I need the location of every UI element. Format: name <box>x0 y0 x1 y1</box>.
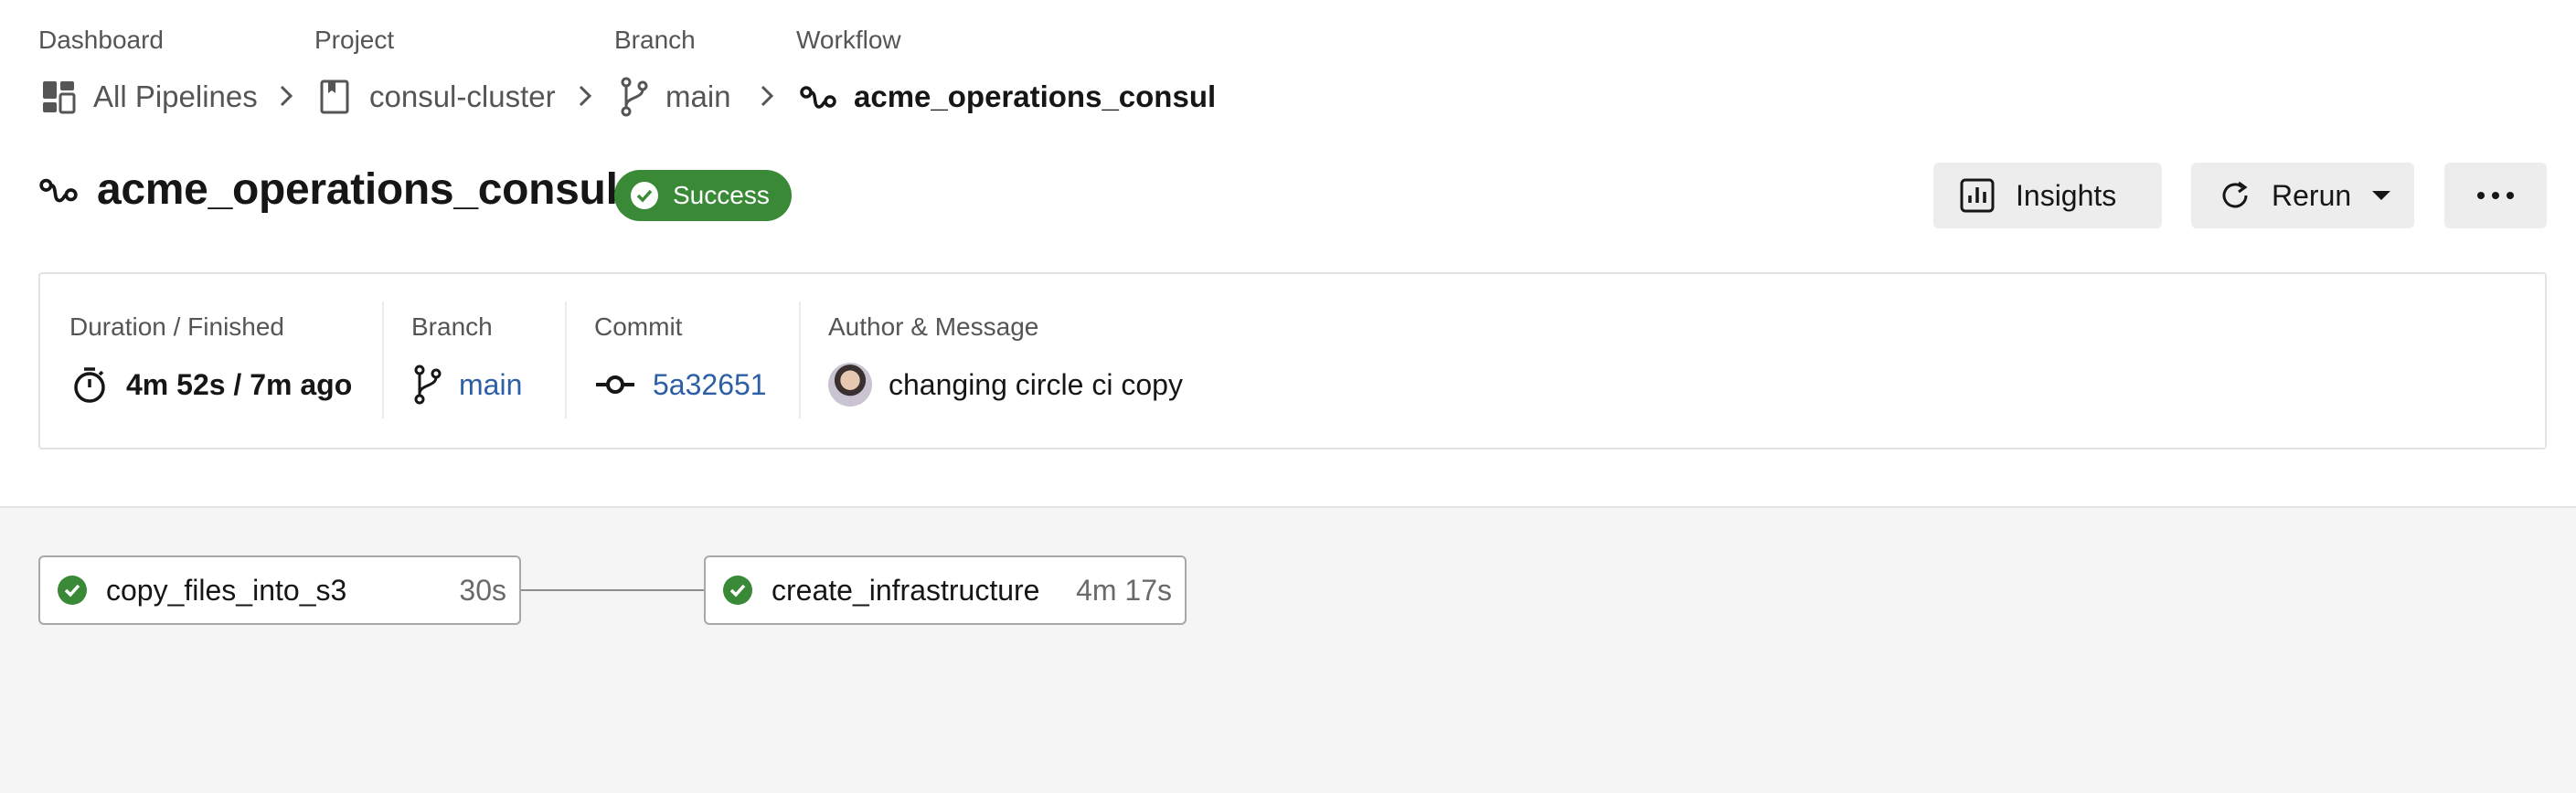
breadcrumb-value-branch: main <box>665 79 731 113</box>
workflow-icon <box>799 81 837 112</box>
branch-label: Branch <box>411 312 493 341</box>
commit-label: Commit <box>594 312 683 341</box>
page-title: acme_operations_consul <box>97 165 618 214</box>
more-options-button[interactable] <box>2444 163 2547 228</box>
avatar[interactable] <box>828 363 872 407</box>
insights-button[interactable]: Insights <box>1933 163 2162 228</box>
job-duration: 4m 17s <box>1076 573 1172 607</box>
divider <box>382 301 384 418</box>
author-label: Author & Message <box>828 312 1039 341</box>
breadcrumb-value-all-pipelines: All Pipelines <box>93 79 258 113</box>
rerun-button[interactable]: Rerun <box>2191 163 2414 228</box>
job-name: create_infrastructure <box>772 573 1040 607</box>
status-badge: Success <box>614 170 792 221</box>
success-check-icon <box>57 575 88 606</box>
job-connector-line <box>520 589 705 591</box>
breadcrumb-value-workflow: acme_operations_consul <box>854 79 1217 113</box>
commit-icon <box>594 371 636 398</box>
duration-label: Duration / Finished <box>69 312 285 341</box>
workflow-summary-card: Duration / Finished 4m 52s / 7m ago Bran… <box>38 272 2547 449</box>
breadcrumb-label-project: Project <box>314 26 395 54</box>
job-node[interactable]: copy_files_into_s3 30s <box>38 555 521 625</box>
rerun-button-label: Rerun <box>2272 178 2352 212</box>
breadcrumb-item-project[interactable]: consul-cluster <box>316 75 556 119</box>
insights-chart-icon <box>1959 177 1996 214</box>
more-horizontal-icon <box>2477 192 2485 199</box>
breadcrumb-item-branch[interactable]: main <box>618 75 731 119</box>
duration-value: 4m 52s / 7m ago <box>126 367 353 401</box>
dashboard-icon <box>40 79 77 115</box>
branch-icon <box>618 77 649 117</box>
project-book-icon <box>316 79 353 115</box>
branch-link[interactable]: main <box>459 368 522 402</box>
job-name: copy_files_into_s3 <box>106 573 347 607</box>
caret-down-icon <box>2371 189 2391 202</box>
breadcrumb-label-dashboard: Dashboard <box>38 26 164 54</box>
job-node[interactable]: create_infrastructure 4m 17s <box>704 555 1187 625</box>
check-circle-icon <box>629 180 660 211</box>
breadcrumb-item-all-pipelines[interactable]: All Pipelines <box>40 75 258 119</box>
branch-icon <box>411 364 442 406</box>
chevron-right-icon <box>272 82 300 110</box>
insights-button-label: Insights <box>2016 178 2117 212</box>
workflow-header-panel: Dashboard All Pipelines Project consul-c… <box>0 0 2576 508</box>
breadcrumb-item-workflow[interactable]: acme_operations_consul <box>799 75 1216 119</box>
stopwatch-icon <box>69 365 110 405</box>
commit-message: changing circle ci copy <box>889 367 1183 401</box>
divider <box>799 301 801 418</box>
divider <box>565 301 567 418</box>
success-check-icon <box>722 575 753 606</box>
breadcrumb-label-workflow: Workflow <box>796 26 901 54</box>
workflow-icon <box>38 174 79 206</box>
workflow-graph-canvas <box>0 508 2576 793</box>
status-badge-label: Success <box>673 181 770 209</box>
refresh-icon <box>2219 179 2251 212</box>
chevron-right-icon <box>753 82 781 110</box>
commit-link[interactable]: 5a32651 <box>653 368 767 402</box>
job-duration: 30s <box>459 573 506 607</box>
breadcrumb-value-project: consul-cluster <box>369 79 556 113</box>
chevron-right-icon <box>571 82 599 110</box>
breadcrumb-label-branch: Branch <box>614 26 696 54</box>
